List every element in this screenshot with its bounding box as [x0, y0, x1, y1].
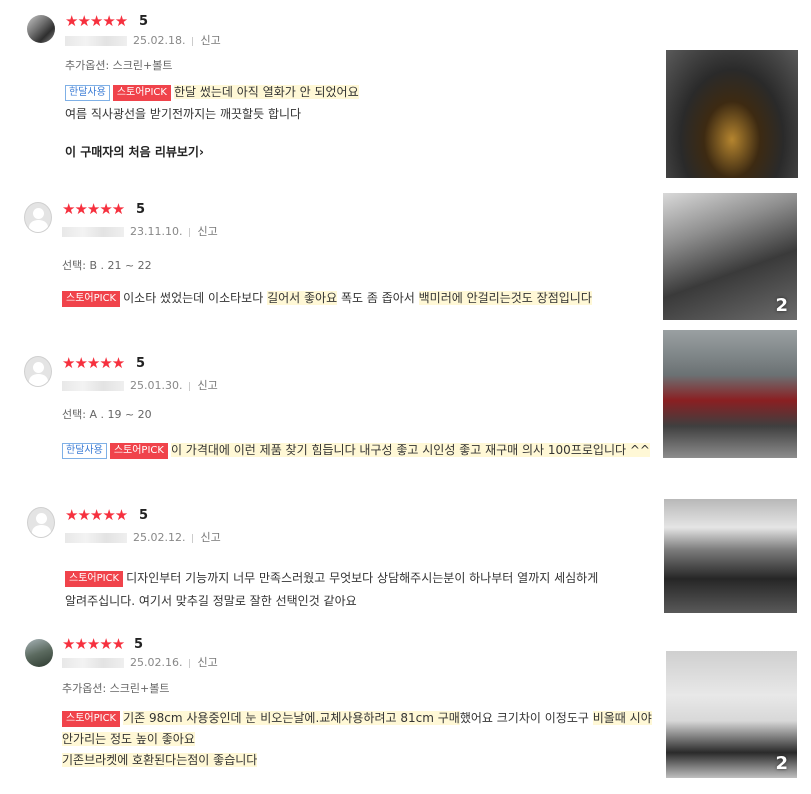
review-meta: 25.02.18. 신고 — [65, 34, 221, 48]
review-text: 스토어PICK 기존 98cm 사용중인데 눈 비오는날에.교체사용하려고 81c… — [62, 708, 652, 728]
review-highlight: 길어서 좋아요 — [267, 291, 338, 305]
review-highlight: 한달 썼는데 아직 열화가 안 되었어요 — [173, 85, 359, 99]
review-text-line: 기존브라켓에 호환된다는점이 좋습니다 — [62, 750, 258, 770]
review-text-part: 디자인부터 기능까지 너무 만족스러웠고 무엇보다 상담해주시는분이 하나부터 … — [126, 571, 599, 585]
rating-score: 5 — [134, 637, 144, 652]
review-date: 25.02.18. — [133, 34, 186, 47]
rating-score: 5 — [136, 202, 146, 217]
report-link[interactable]: 신고 — [197, 379, 217, 392]
purchase-option: 추가옵션: 스크린+볼트 — [65, 59, 173, 72]
review-meta: 25.01.30. 신고 — [62, 379, 218, 393]
blurred-username — [65, 36, 127, 46]
rating-score: 5 — [136, 356, 146, 371]
report-link[interactable]: 신고 — [200, 34, 220, 47]
store-pick-badge: 스토어PICK — [65, 570, 124, 587]
report-link[interactable]: 신고 — [197, 656, 217, 669]
divider — [189, 658, 191, 668]
store-pick-badge: 스토어PICK — [62, 710, 121, 727]
review-text: 스토어PICK 디자인부터 기능까지 너무 만족스러웠고 무엇보다 상담해주시는분… — [65, 568, 598, 588]
review-meta: 23.11.10. 신고 — [62, 225, 218, 239]
report-link[interactable]: 신고 — [200, 531, 220, 544]
star-rating-icon: ★★★★★ — [62, 635, 125, 653]
rating-score: 5 — [139, 508, 149, 523]
review-text-part: 했어요 크기차이 이정도구 — [459, 711, 593, 725]
month-use-badge: 한달사용 — [62, 442, 107, 459]
review-meta: 25.02.16. 신고 — [62, 656, 218, 670]
person-silhouette-icon[interactable] — [27, 507, 55, 538]
review-text-line: 여름 직사광선을 받기전까지는 깨끗할듯 합니다 — [65, 107, 302, 121]
review-highlight: 기존브라켓에 호환된다는점이 좋습니다 — [62, 753, 258, 767]
blurred-username — [62, 381, 124, 391]
review-meta: 25.02.12. 신고 — [65, 531, 221, 545]
review-text: 한달사용 스토어PICK 이 가격대에 이런 제품 찾기 힘듭니다 내구성 좋고 시… — [62, 440, 650, 460]
review-item: ★★★★★ 5 25.02.16. 신고 추가옵션: 스크린+볼트 스토어PICK… — [0, 625, 811, 794]
review-date: 25.01.30. — [130, 379, 183, 392]
review-date: 25.02.12. — [133, 531, 186, 544]
divider — [192, 533, 194, 543]
review-text-part: 이소타 썼었는데 이소타보다 — [123, 291, 268, 305]
review-highlight: 백미러에 안걸리는것도 장점입니다 — [418, 291, 592, 305]
blurred-username — [62, 658, 124, 668]
avatar[interactable] — [27, 15, 55, 43]
blurred-username — [62, 227, 124, 237]
purchase-option: 추가옵션: 스크린+볼트 — [62, 682, 170, 695]
review-photo[interactable] — [666, 50, 798, 178]
first-review-label: 이 구매자의 처음 리뷰보기 — [65, 145, 199, 159]
person-silhouette-icon[interactable] — [24, 356, 52, 387]
review-highlight: 비올때 시야 — [592, 711, 652, 725]
chevron-right-icon: › — [198, 145, 204, 159]
review-date: 23.11.10. — [130, 225, 183, 238]
review-text-part: 폭도 좀 좁아서 — [337, 291, 419, 305]
review-photo[interactable] — [664, 499, 797, 613]
divider — [189, 381, 191, 391]
rating-score: 5 — [139, 14, 149, 29]
first-review-link[interactable]: 이 구매자의 처음 리뷰보기› — [65, 144, 204, 160]
review-highlight: 안가리는 정도 높이 좋아요 — [62, 732, 195, 746]
review-highlight: 기존 98cm 사용중인데 눈 비오는날에.교체사용하려고 81cm 구매 — [123, 711, 460, 725]
store-pick-badge: 스토어PICK — [112, 84, 171, 101]
review-photo[interactable] — [663, 330, 797, 458]
divider — [189, 227, 191, 237]
star-rating-icon: ★★★★★ — [65, 12, 128, 30]
avatar[interactable] — [25, 639, 53, 667]
review-item: ★★★★★ 5 25.02.12. 신고 스토어PICK 디자인부터 기능까지 너무… — [0, 495, 811, 620]
person-silhouette-icon[interactable] — [24, 202, 52, 233]
review-item: ★★★★★ 5 23.11.10. 신고 선택: B . 21 ~ 22 스토어P… — [0, 190, 811, 325]
review-item: ★★★★★ 5 25.01.30. 신고 선택: A . 19 ~ 20 한달사용… — [0, 330, 811, 470]
star-rating-icon: ★★★★★ — [62, 354, 125, 372]
review-highlight: 이 가격대에 이런 제품 찾기 힘듭니다 내구성 좋고 시인성 좋고 재구매 의… — [170, 443, 650, 457]
review-date: 25.02.16. — [130, 656, 183, 669]
review-item: ★★★★★ 5 25.02.18. 신고 추가옵션: 스크린+볼트 한달사용 스토어… — [0, 0, 811, 180]
month-use-badge: 한달사용 — [65, 84, 110, 101]
review-photo[interactable]: 2 — [663, 193, 797, 320]
store-pick-badge: 스토어PICK — [109, 442, 168, 459]
report-link[interactable]: 신고 — [197, 225, 217, 238]
store-pick-badge: 스토어PICK — [62, 290, 121, 307]
review-text-line: 안가리는 정도 높이 좋아요 — [62, 729, 195, 749]
review-text: 스토어PICK 이소타 썼었는데 이소타보다 길어서 좋아요 폭도 좀 좁아서 백… — [62, 288, 592, 308]
photo-count: 2 — [775, 753, 788, 774]
review-photo[interactable]: 2 — [666, 651, 797, 778]
star-rating-icon: ★★★★★ — [62, 200, 125, 218]
review-text-line: 알려주십니다. 여기서 맞추길 정말로 잘한 선택인것 같아요 — [65, 594, 357, 608]
star-rating-icon: ★★★★★ — [65, 506, 128, 524]
purchase-option: 선택: A . 19 ~ 20 — [62, 408, 152, 421]
divider — [192, 36, 194, 46]
blurred-username — [65, 533, 127, 543]
purchase-option: 선택: B . 21 ~ 22 — [62, 259, 152, 272]
photo-count: 2 — [775, 295, 788, 316]
review-text: 한달사용 스토어PICK 한달 썼는데 아직 열화가 안 되었어요 — [65, 82, 359, 102]
